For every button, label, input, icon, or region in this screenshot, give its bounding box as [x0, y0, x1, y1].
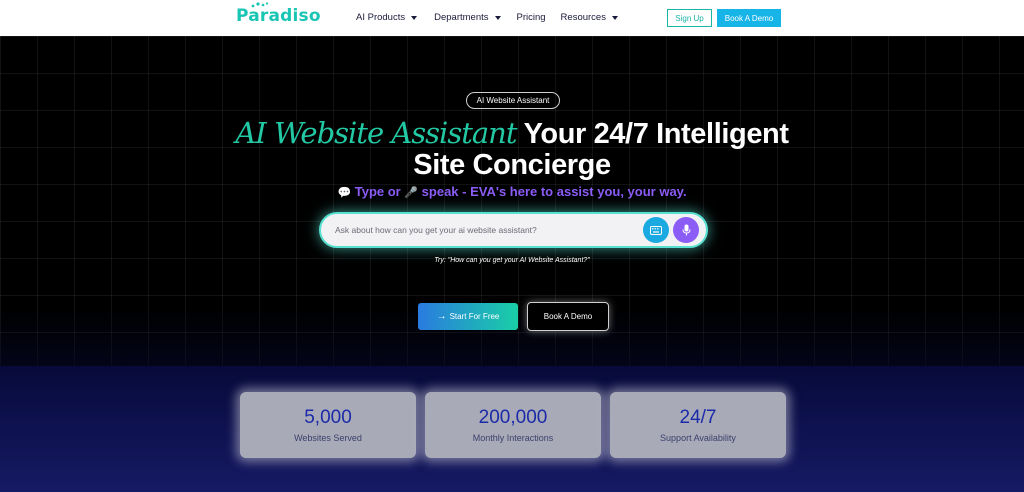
- menu-label: Pricing: [516, 12, 546, 23]
- main-menu: AI Products Departments Pricing Resource…: [356, 12, 618, 23]
- start-for-free-button[interactable]: → Start For Free: [418, 303, 518, 330]
- chevron-down-icon: [611, 15, 618, 20]
- hero-section: AI Website Assistant AI Website Assistan…: [0, 36, 1024, 366]
- hero-headline-line-1: AI Website Assistant Your 24/7 Intellige…: [0, 116, 1024, 151]
- speech-bubble-icon: 💬: [337, 187, 352, 199]
- microphone-button[interactable]: [673, 217, 699, 243]
- subline-part-2: speak - EVA's here to assist you, your w…: [418, 184, 687, 199]
- chevron-down-icon: [411, 15, 418, 20]
- assistant-search-input[interactable]: [335, 222, 635, 238]
- stat-label: Support Availability: [660, 433, 736, 443]
- hero-subline: 💬 Type or 🎤 speak - EVA's here to assist…: [0, 184, 1024, 199]
- nav-book-demo-button[interactable]: Book A Demo: [717, 9, 781, 27]
- arrow-right-icon: →: [436, 311, 447, 322]
- start-button-label: Start For Free: [449, 312, 500, 321]
- try-example-text: Try: "How can you get your AI Website As…: [434, 257, 590, 264]
- chevron-down-icon: [494, 15, 501, 20]
- microphone-emoji-icon: 🎤: [404, 187, 419, 199]
- menu-label: AI Products: [356, 12, 406, 23]
- hero-headline-line-2: Site Concierge: [413, 149, 611, 181]
- hero-tag-pill: AI Website Assistant: [466, 92, 560, 109]
- stat-card-websites: 5,000 Websites Served: [240, 392, 416, 458]
- stats-section: 5,000 Websites Served 200,000 Monthly In…: [0, 366, 1024, 492]
- paradiso-logo[interactable]: Paradiso: [236, 2, 321, 26]
- hero-book-demo-button[interactable]: Book A Demo: [527, 302, 609, 331]
- top-navbar: Paradiso AI Products Departments Pricing…: [0, 0, 1024, 36]
- keyboard-button[interactable]: [643, 217, 669, 243]
- stat-value: 5,000: [304, 407, 352, 428]
- keyboard-icon: [650, 225, 662, 235]
- sign-up-button[interactable]: Sign Up: [667, 9, 712, 27]
- menu-label: Resources: [560, 12, 606, 23]
- stat-card-support: 24/7 Support Availability: [610, 392, 786, 458]
- stat-value: 200,000: [478, 407, 548, 428]
- logo-text: Paradiso: [236, 6, 321, 26]
- menu-label: Departments: [434, 12, 489, 23]
- logo-cloud-icon: [251, 2, 269, 8]
- menu-item-ai-products[interactable]: AI Products: [356, 12, 418, 23]
- stat-card-interactions: 200,000 Monthly Interactions: [425, 392, 601, 458]
- stat-label: Monthly Interactions: [472, 433, 554, 443]
- subline-part-1: Type or: [351, 184, 405, 199]
- headline-rest: Your 24/7 Intelligent: [516, 118, 789, 150]
- menu-item-pricing[interactable]: Pricing: [517, 12, 546, 23]
- stat-label: Websites Served: [294, 433, 362, 443]
- menu-item-resources[interactable]: Resources: [561, 12, 618, 23]
- assistant-search-box: [319, 212, 708, 248]
- microphone-icon: [682, 224, 690, 236]
- headline-accent: AI Website Assistant: [235, 116, 517, 150]
- stat-value: 24/7: [679, 407, 717, 428]
- menu-item-departments[interactable]: Departments: [434, 12, 501, 23]
